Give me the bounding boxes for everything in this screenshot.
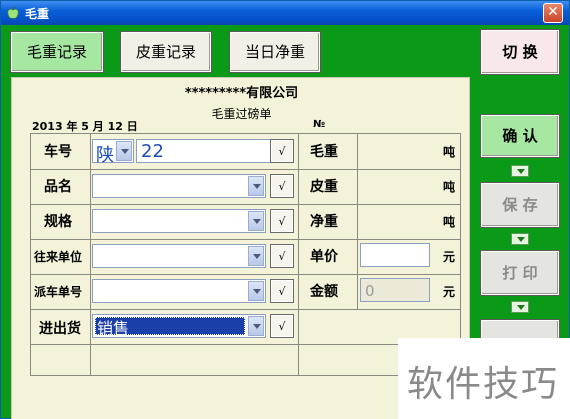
print-label: 打 印: [502, 264, 538, 282]
net-weight-label: 净重: [310, 214, 338, 230]
amount-unit: 元: [443, 285, 456, 299]
arrow-down-icon: [511, 233, 529, 245]
price-label: 单价: [310, 249, 338, 265]
confirm-button[interactable]: 确 认: [480, 114, 560, 158]
product-check-button[interactable]: √: [270, 174, 294, 198]
gross-weight-label: 毛重: [310, 144, 338, 160]
plate-number-value: 22: [141, 141, 164, 162]
apple-icon: [7, 6, 19, 19]
daily-net-button[interactable]: 当日净重: [229, 31, 321, 73]
number-label: №: [313, 119, 326, 130]
plate-check-button[interactable]: √: [270, 139, 294, 163]
dispatch-select[interactable]: [92, 279, 266, 303]
chevron-down-icon[interactable]: [248, 316, 264, 336]
spec-select[interactable]: [92, 209, 266, 233]
spec-label: 规格: [44, 214, 72, 230]
plate-prefix-value: 陕: [96, 145, 114, 166]
plate-prefix-select[interactable]: 陕: [92, 139, 134, 166]
date-text: 2013 年 5 月 12 日: [32, 120, 138, 133]
partner-check-button[interactable]: √: [270, 244, 294, 268]
arrow-down-icon: [511, 165, 529, 177]
watermark-text: 软件技巧: [407, 364, 560, 405]
plate-number-input[interactable]: 22: [136, 139, 293, 163]
chevron-down-icon[interactable]: [248, 246, 264, 266]
title-bar[interactable]: 毛重 ✕: [1, 1, 569, 25]
save-label: 保 存: [502, 196, 538, 214]
daily-net-label: 当日净重: [244, 43, 305, 61]
amount-label: 金额: [310, 284, 338, 300]
inout-select[interactable]: 销售: [92, 314, 266, 338]
amount-value: 0: [365, 282, 375, 300]
partner-label: 往来单位: [34, 250, 83, 264]
switch-button[interactable]: 切 换: [480, 29, 560, 75]
tare-unit: 吨: [443, 180, 456, 194]
tare-record-label: 皮重记录: [135, 43, 196, 61]
arrow-down-icon: [511, 301, 529, 313]
partner-select[interactable]: [92, 244, 266, 268]
inout-label: 进出货: [39, 321, 81, 337]
gross-record-button[interactable]: 毛重记录: [10, 31, 104, 73]
close-button[interactable]: ✕: [543, 3, 563, 23]
print-button[interactable]: 打 印: [480, 250, 560, 296]
inout-value: 销售: [97, 319, 130, 338]
product-select[interactable]: [92, 174, 266, 198]
plate-label: 车号: [44, 144, 72, 160]
form-grid: 车号 品名 规格 往来单位 派车单号 进出货 陕 22 √ √ √ √ √ 销售…: [30, 133, 461, 376]
dispatch-check-button[interactable]: √: [270, 279, 294, 303]
product-label: 品名: [44, 179, 72, 195]
amount-field: 0: [360, 278, 430, 302]
inout-check-button[interactable]: √: [270, 314, 294, 338]
switch-label: 切 换: [502, 43, 538, 61]
save-button[interactable]: 保 存: [480, 182, 560, 228]
spec-check-button[interactable]: √: [270, 209, 294, 233]
gross-unit: 吨: [443, 145, 456, 159]
net-unit: 吨: [443, 215, 456, 229]
company-name: *********有限公司: [184, 86, 299, 101]
chevron-down-icon[interactable]: [248, 281, 264, 301]
tare-weight-label: 皮重: [310, 179, 338, 195]
gross-record-label: 毛重记录: [26, 43, 87, 61]
confirm-label: 确 认: [502, 127, 538, 145]
dispatch-label: 派车单号: [34, 285, 83, 299]
price-unit: 元: [443, 250, 456, 264]
chevron-down-icon[interactable]: [248, 176, 264, 196]
window-title: 毛重: [25, 7, 50, 21]
tare-record-button[interactable]: 皮重记录: [120, 31, 212, 73]
chevron-down-icon[interactable]: [116, 141, 132, 161]
chevron-down-icon[interactable]: [248, 211, 264, 231]
close-icon: ✕: [547, 4, 559, 20]
price-input[interactable]: [360, 243, 430, 267]
